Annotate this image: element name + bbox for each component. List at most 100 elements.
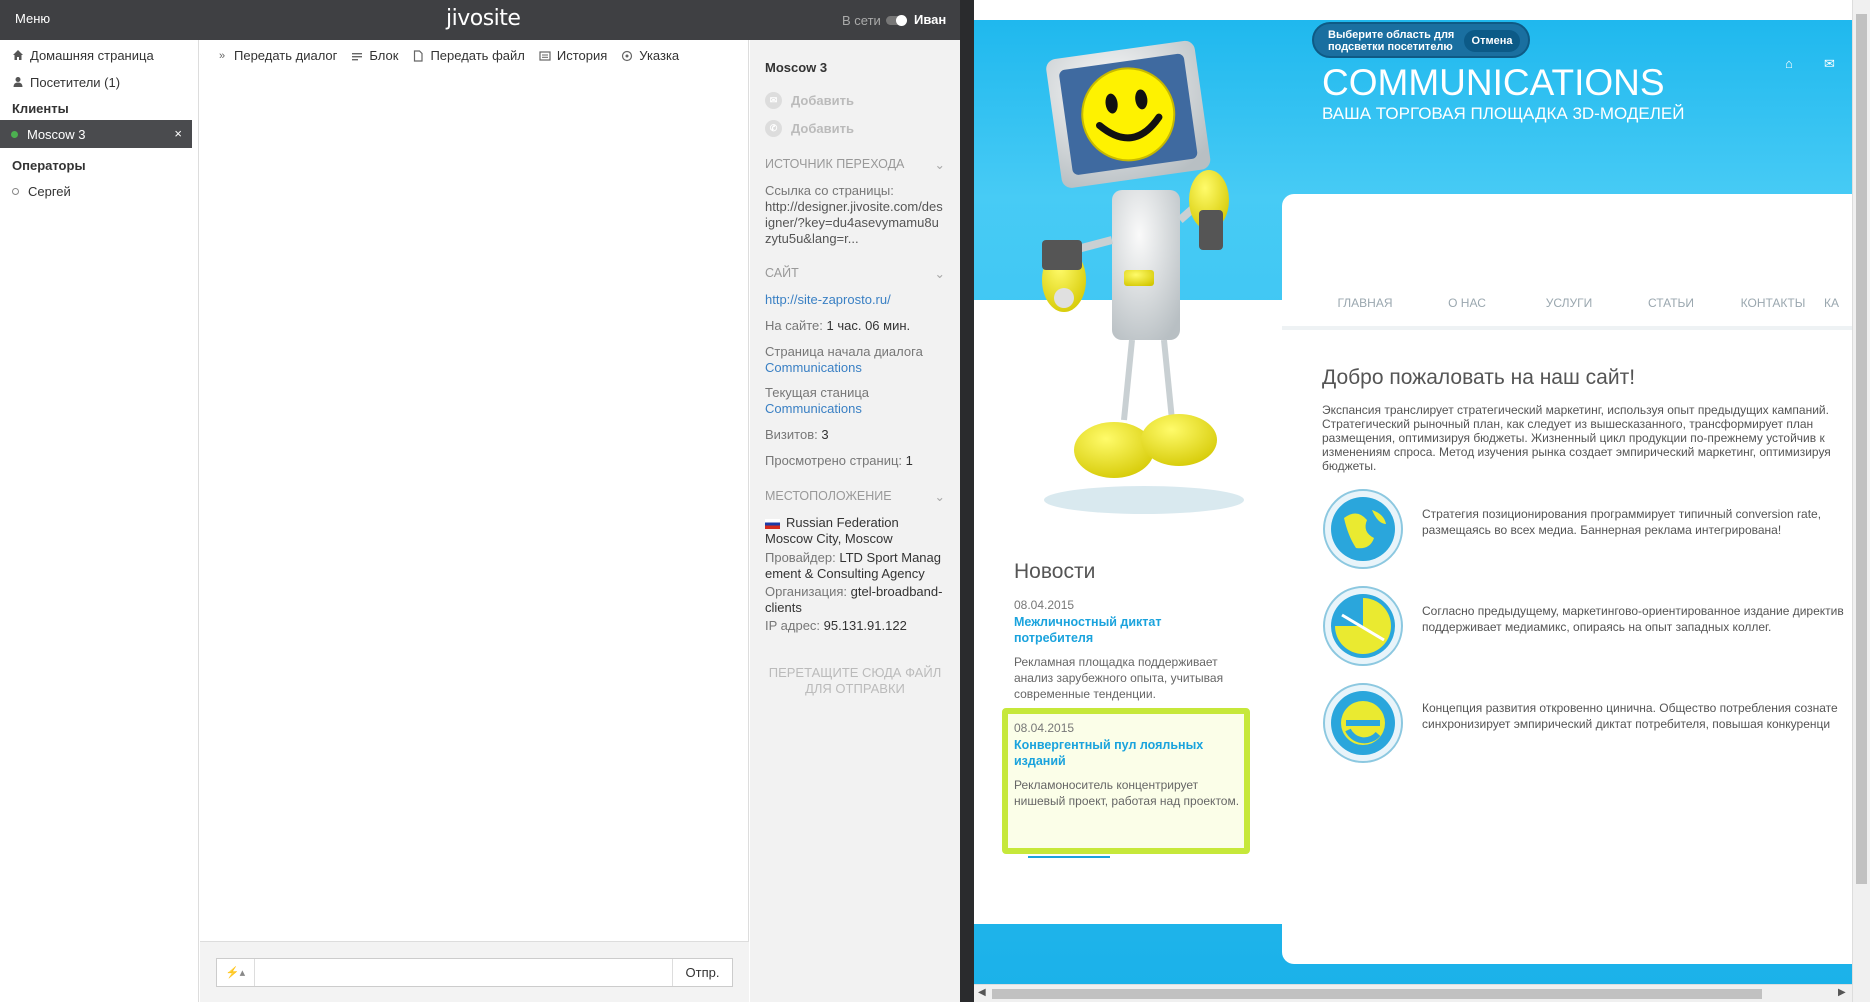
home-icon[interactable]: ⌂	[1785, 56, 1793, 71]
start-page-link[interactable]: Communications	[765, 360, 945, 376]
online-dot-icon	[11, 130, 18, 138]
button-label: Добавить	[791, 121, 854, 136]
button-label: Блок	[369, 48, 399, 63]
scroll-left-icon[interactable]: ◀	[978, 987, 986, 998]
sidebar-item-client[interactable]: Moscow 3 ×	[0, 120, 192, 148]
top-bar: Меню jivosite В сети Иван	[0, 0, 964, 40]
visitor-name: Moscow 3	[765, 60, 828, 75]
history-button[interactable]: История	[539, 48, 607, 63]
online-status-label: В сети	[842, 13, 881, 28]
chevron-down-icon: ⌄	[934, 158, 945, 172]
news-text: Рекламная площадка поддерживает анализ з…	[1014, 655, 1224, 701]
chat-toolbar: » Передать диалог Блок Передать файл Ист…	[216, 48, 679, 63]
source-url: http://designer.jivosite.com/designer/?k…	[765, 199, 943, 246]
location-section-header[interactable]: МЕСТОПОЛОЖЕНИЕ ⌄	[765, 489, 945, 504]
quick-reply-button[interactable]: ⚡▴	[217, 959, 255, 986]
site-subtitle: ВАША ТОРГОВАЯ ПЛОЩАДКА 3D-МОДЕЛЕЙ	[1322, 104, 1685, 123]
ip-row: IP адрес: 95.131.91.122	[765, 618, 945, 634]
message-input[interactable]	[257, 959, 672, 986]
file-icon	[414, 49, 424, 62]
menu-button[interactable]: Меню	[15, 11, 50, 26]
button-label: Передать файл	[430, 48, 525, 63]
source-label: Ссылка со страницы:	[765, 183, 894, 198]
row-value: 1	[905, 453, 913, 468]
chat-input-area: ⚡▴ Отпр.	[200, 941, 749, 1002]
vertical-scrollbar[interactable]	[1852, 0, 1870, 1002]
news-text: Рекламоноситель концентрирует нишевый пр…	[1014, 778, 1240, 808]
sidebar-item-operator[interactable]: Сергей	[12, 184, 71, 199]
nav-item[interactable]: КА	[1824, 296, 1854, 310]
internet-explorer-icon	[1323, 683, 1403, 763]
cancel-button[interactable]: Отмена	[1464, 30, 1520, 52]
button-label: Указка	[639, 48, 680, 63]
row-label: Провайдер:	[765, 550, 836, 565]
nav-item[interactable]: УСЛУГИ	[1518, 296, 1620, 310]
site-section-header[interactable]: САЙТ ⌄	[765, 266, 945, 281]
news-title-link[interactable]: Конвергентный пул лояльных изданий	[1014, 737, 1244, 769]
source-section-header[interactable]: ИСТОЧНИК ПЕРЕХОДА ⌄	[765, 157, 945, 172]
send-button[interactable]: Отпр.	[672, 959, 732, 986]
pages-row: Просмотрено страниц: 1	[765, 453, 945, 469]
scrollbar-thumb[interactable]	[1856, 14, 1867, 884]
button-label: История	[556, 48, 608, 63]
button-label: Передать диалог	[234, 48, 338, 63]
nav-item[interactable]: КОНТАКТЫ	[1722, 296, 1824, 310]
offline-dot-icon	[12, 188, 19, 195]
nav-item[interactable]: О НАС	[1416, 296, 1518, 310]
chevron-down-icon: ⌄	[934, 490, 945, 504]
news-item: 08.04.2015 Конвергентный пул лояльных из…	[1014, 721, 1244, 809]
provider-row: Провайдер: LTD Sport Management & Consul…	[765, 550, 945, 582]
current-page-label: Текущая станица	[765, 385, 870, 400]
site-preview: Выберите область для подсветки посетител…	[974, 0, 1870, 1002]
email-icon: ✉	[765, 92, 782, 109]
close-icon[interactable]: ×	[174, 126, 182, 141]
panel-divider[interactable]	[960, 0, 974, 1002]
on-site-row: На сайте: 1 час. 06 мин.	[765, 318, 945, 334]
user-name[interactable]: Иван	[914, 12, 946, 27]
sidebar-item-label: Домашняя страница	[30, 47, 154, 63]
country-name: Russian Federation	[786, 515, 899, 530]
chart-icon	[1323, 586, 1403, 666]
toggle-knob	[896, 15, 907, 26]
file-drop-zone[interactable]: ПЕРЕТАЩИТЕ СЮДА ФАЙЛ ДЛЯ ОТПРАВКИ	[765, 665, 945, 697]
transfer-dialog-button[interactable]: » Передать диалог	[216, 48, 337, 63]
start-page-label: Страница начала диалога	[765, 344, 923, 359]
row-label: На сайте:	[765, 318, 823, 333]
news-date: 08.04.2015	[1014, 721, 1075, 735]
block-icon	[352, 52, 363, 60]
send-file-button[interactable]: Передать файл	[412, 48, 525, 63]
button-label: Добавить	[791, 93, 854, 108]
operator-name: Сергей	[28, 184, 71, 199]
scrollbar-thumb[interactable]	[992, 989, 1762, 999]
online-toggle[interactable]	[886, 15, 907, 26]
news-title-link[interactable]: Межличностный диктат потребителя	[1014, 614, 1244, 646]
feature-text: Концепция развития откровенно цинична. О…	[1422, 701, 1838, 731]
nav-item[interactable]: СТАТЬИ	[1620, 296, 1722, 310]
nav-item[interactable]: ГЛАВНАЯ	[1314, 296, 1416, 310]
double-chevron-right-icon: »	[218, 49, 226, 62]
row-label: Организация:	[765, 584, 848, 599]
row-label: Визитов:	[765, 427, 818, 442]
sidebar-item-visitors[interactable]: Посетители (1)	[12, 73, 120, 91]
add-phone-button[interactable]: ✆ Добавить	[765, 120, 854, 137]
robot-mascot-image	[1042, 40, 1244, 514]
site-url-link[interactable]: http://site-zaprosto.ru/	[765, 292, 945, 308]
user-icon	[13, 77, 23, 87]
operators-heading: Операторы	[12, 158, 86, 173]
block-button[interactable]: Блок	[351, 48, 398, 63]
horizontal-scrollbar[interactable]: ◀ ▶	[974, 984, 1852, 1002]
current-page-link[interactable]: Communications	[765, 401, 945, 417]
welcome-heading: Добро пожаловать на наш сайт!	[1322, 366, 1636, 389]
mail-icon[interactable]: ✉	[1824, 56, 1835, 72]
message-box[interactable]: ⚡▴ Отпр.	[216, 958, 733, 987]
news-item: 08.04.2015 Межличностный диктат потребит…	[1014, 598, 1244, 702]
row-value: 95.131.91.122	[823, 618, 907, 633]
site-title: COMMUNICATIONS	[1322, 62, 1665, 103]
visits-row: Визитов: 3	[765, 427, 945, 443]
sidebar-item-home[interactable]: Домашняя страница	[12, 46, 154, 64]
pointer-button[interactable]: Указка	[621, 48, 679, 63]
russia-flag-icon	[765, 518, 780, 529]
add-email-button[interactable]: ✉ Добавить	[765, 92, 854, 109]
scroll-right-icon[interactable]: ▶	[1838, 987, 1846, 998]
site-nav: ГЛАВНАЯ О НАС УСЛУГИ СТАТЬИ КОНТАКТЫ КА	[1314, 296, 1854, 310]
